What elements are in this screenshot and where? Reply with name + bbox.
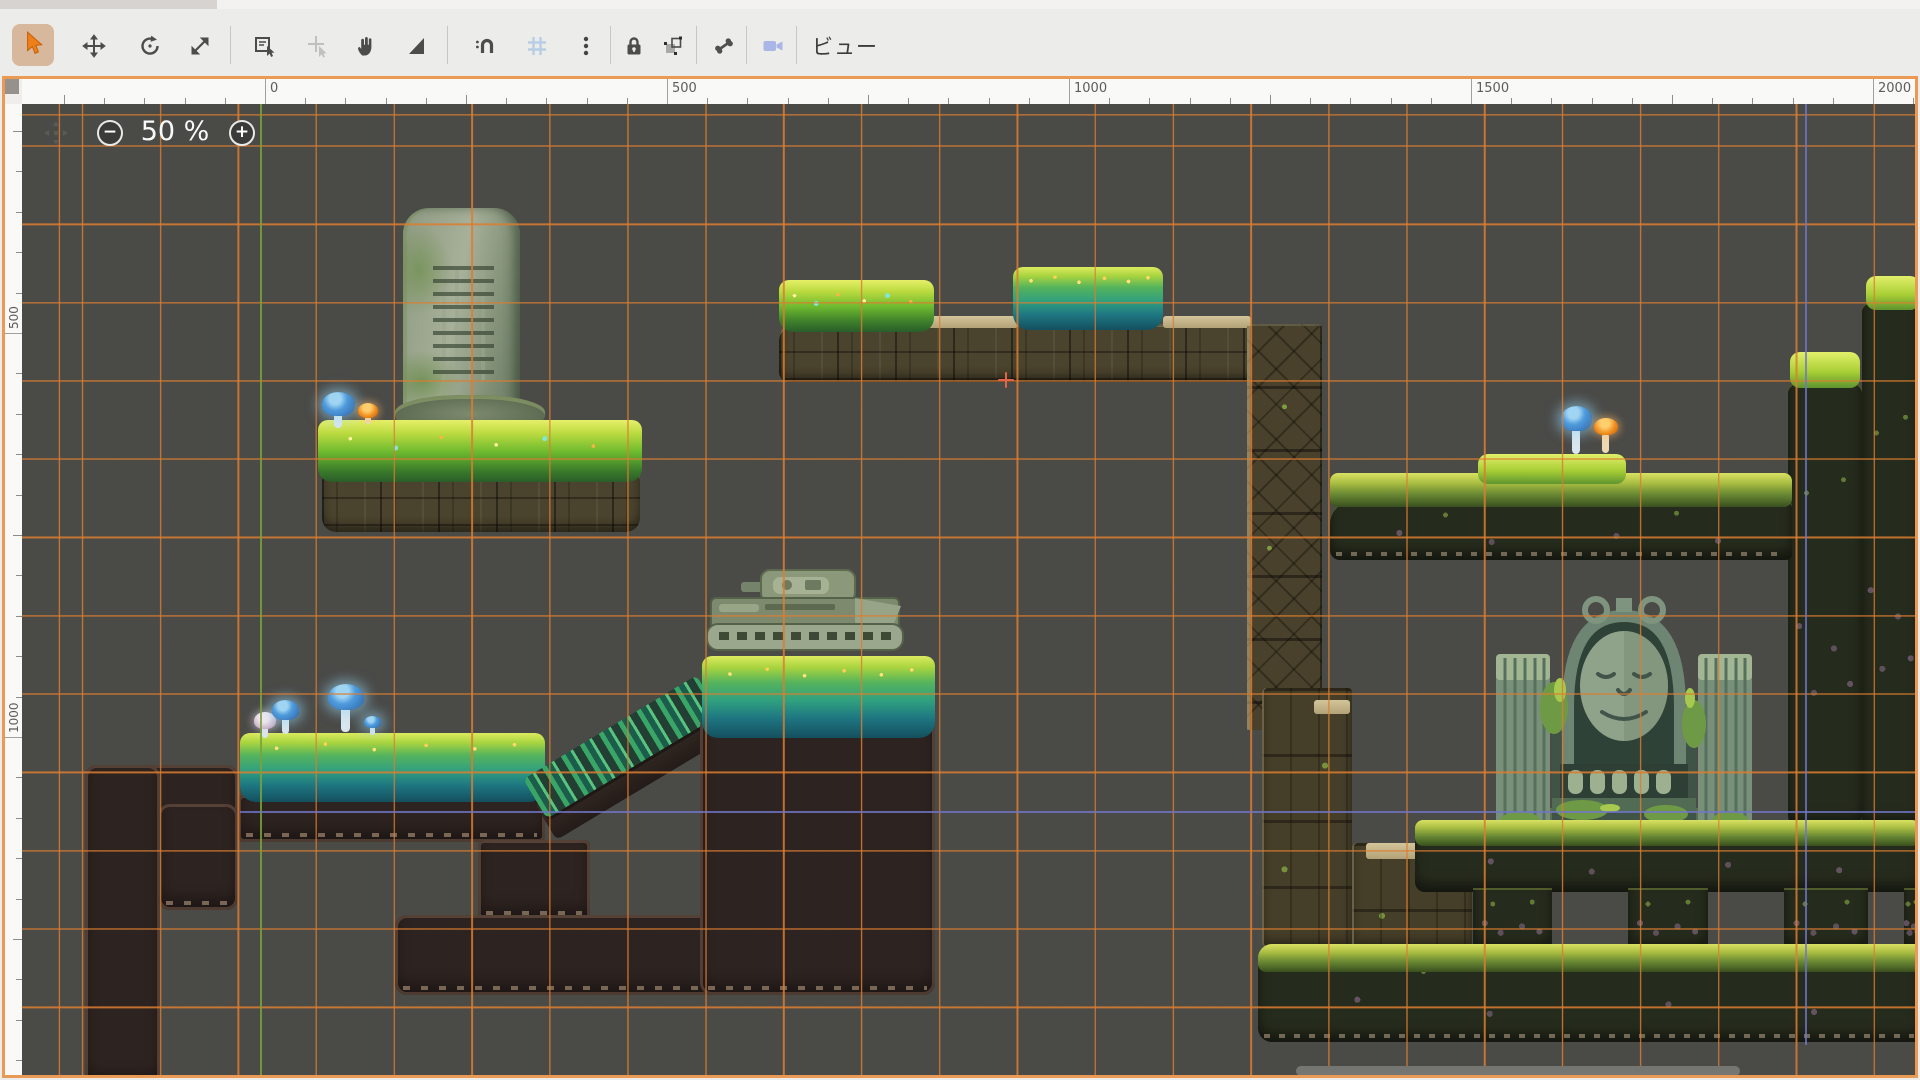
guide-green-vertical[interactable] bbox=[260, 104, 262, 1075]
cursor-arrow-icon bbox=[20, 30, 46, 60]
rect-select-icon bbox=[253, 34, 277, 58]
origin-marker bbox=[998, 372, 1014, 388]
hanging-column-1[interactable] bbox=[1473, 888, 1552, 952]
mossy-bar-upper-mosstop bbox=[1415, 820, 1915, 846]
scene-viewport-frame: 0 500 1000 1500 2000 500 1000 bbox=[2, 76, 1918, 1078]
right-column-step[interactable] bbox=[1788, 382, 1862, 826]
scale-icon bbox=[188, 34, 212, 58]
stone-head-statue[interactable] bbox=[1490, 558, 1758, 832]
bare-stone-top bbox=[928, 316, 1018, 328]
rect-select-tool-button[interactable] bbox=[252, 33, 278, 59]
olive-column[interactable] bbox=[1262, 688, 1352, 947]
zoom-out-button[interactable]: − bbox=[97, 120, 123, 146]
right-column-tall-grass-cap bbox=[1866, 276, 1915, 310]
hanging-column-3[interactable] bbox=[1784, 888, 1868, 952]
transform-bounds-button[interactable] bbox=[660, 33, 686, 59]
hand-icon bbox=[354, 34, 378, 58]
ruin-platform-long-grass-green[interactable] bbox=[779, 280, 934, 332]
ruler-top-label: 500 bbox=[672, 81, 697, 96]
move-tool-button[interactable] bbox=[81, 33, 107, 59]
ruler-top-label: 1000 bbox=[1074, 81, 1107, 96]
snap-tool-button[interactable] bbox=[473, 33, 499, 59]
move-icon bbox=[82, 34, 106, 58]
ruin-platform-small-grass[interactable] bbox=[318, 420, 642, 482]
toolbar-separator bbox=[796, 26, 797, 64]
toolbar-separator bbox=[746, 26, 747, 64]
toolbar-separator bbox=[610, 26, 611, 64]
dirt-under-stairs[interactable] bbox=[478, 840, 590, 920]
tank-vehicle[interactable] bbox=[705, 568, 905, 660]
select-tool-button[interactable] bbox=[12, 24, 54, 66]
dirt-column-left[interactable] bbox=[85, 765, 160, 1075]
lock-icon bbox=[622, 34, 646, 58]
right-column-step-grass-cap bbox=[1790, 352, 1860, 388]
toolbar-separator bbox=[696, 26, 697, 64]
teal-platform-dirt[interactable] bbox=[238, 795, 545, 842]
pan-canvas-watermark-icon bbox=[42, 119, 70, 151]
dirt-mass-tank-base[interactable] bbox=[700, 715, 935, 995]
toolbar-separator bbox=[230, 26, 231, 64]
olive-column-tan-chunk bbox=[1314, 700, 1350, 714]
rotate-icon bbox=[138, 34, 162, 58]
diamond-column[interactable] bbox=[1247, 326, 1322, 730]
crosshair-cursor-icon bbox=[306, 34, 330, 58]
mossy-platform-right-body[interactable] bbox=[1330, 500, 1792, 560]
grid-icon bbox=[525, 34, 549, 58]
bare-stone-top bbox=[1163, 316, 1251, 328]
dirt-leg-left[interactable] bbox=[158, 804, 238, 910]
mossy-bar-bottom-mosstop bbox=[1258, 944, 1915, 972]
grass-pad bbox=[1478, 454, 1626, 484]
bone-tool-button[interactable] bbox=[711, 33, 737, 59]
lock-button[interactable] bbox=[621, 33, 647, 59]
ruler-top-label: 0 bbox=[270, 81, 278, 96]
ruler-top-label: 2000 bbox=[1878, 81, 1911, 96]
ruler-top: 0 500 1000 1500 2000 bbox=[22, 79, 1915, 104]
tombstone-inscription bbox=[433, 266, 494, 381]
toolbar-separator bbox=[447, 26, 448, 64]
ruin-platform-long-grass-teal[interactable] bbox=[1013, 267, 1163, 330]
magnet-icon bbox=[474, 34, 498, 58]
more-options-button[interactable] bbox=[573, 33, 599, 59]
right-column-tall[interactable] bbox=[1862, 302, 1915, 826]
ruler-left: 500 1000 bbox=[5, 104, 22, 1075]
ruler-left-label: 500 bbox=[7, 306, 21, 329]
grid-toggle-button[interactable] bbox=[524, 33, 550, 59]
hanging-column-4[interactable] bbox=[1904, 888, 1915, 952]
hanging-column-2[interactable] bbox=[1628, 888, 1708, 952]
ruler-corner bbox=[5, 79, 22, 104]
view-menu[interactable]: ビュー bbox=[812, 31, 878, 61]
camera-icon bbox=[761, 34, 785, 58]
pan-tool-button[interactable] bbox=[353, 33, 379, 59]
tank-platform-teal-grass[interactable] bbox=[702, 656, 935, 738]
transform-bounds-icon bbox=[661, 34, 685, 58]
scale-tool-button[interactable] bbox=[187, 33, 213, 59]
ellipsis-vertical-icon bbox=[574, 34, 598, 58]
teal-grass-platform[interactable] bbox=[240, 733, 545, 802]
ruin-platform-long-base[interactable] bbox=[779, 324, 1322, 382]
pick-point-tool-button[interactable] bbox=[305, 33, 331, 59]
active-tab-edge bbox=[0, 0, 217, 9]
toolbar: ビュー bbox=[0, 9, 1920, 76]
scene-canvas[interactable]: − 50 % + bbox=[22, 104, 1915, 1075]
zoom-level-label: 50 % bbox=[140, 116, 210, 147]
rotate-tool-button[interactable] bbox=[137, 33, 163, 59]
ruler-top-label: 1500 bbox=[1476, 81, 1509, 96]
triangle-icon bbox=[405, 34, 429, 58]
camera-button[interactable] bbox=[760, 33, 786, 59]
bone-icon bbox=[712, 34, 736, 58]
ruler-left-label: 1000 bbox=[7, 702, 21, 733]
level-editor-window: ビュー 0 500 1000 1500 2000 500 1000 bbox=[0, 0, 1920, 1080]
horizontal-scrollbar-thumb[interactable] bbox=[1296, 1066, 1740, 1075]
zoom-in-button[interactable]: + bbox=[229, 120, 255, 146]
angle-tool-button[interactable] bbox=[404, 33, 430, 59]
